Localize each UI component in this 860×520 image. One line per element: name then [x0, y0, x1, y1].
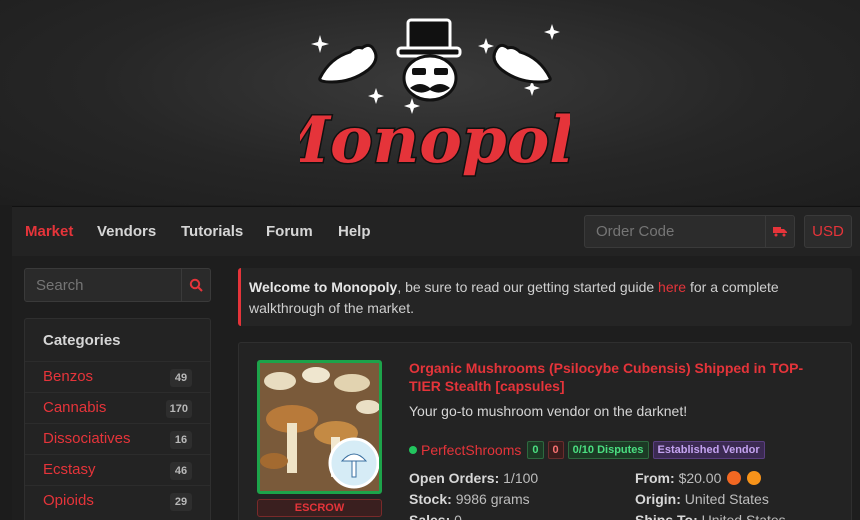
stat-label: Sales:: [409, 512, 451, 520]
escrow-badge: ESCROW: [257, 499, 382, 517]
welcome-notice: Welcome to Monopoly, be sure to read our…: [238, 268, 852, 326]
vendor-row: PerfectShrooms 0 0 0/10 Disputes Establi…: [409, 440, 769, 460]
search-input[interactable]: [24, 268, 182, 302]
order-code-input[interactable]: [584, 215, 766, 248]
listing-image[interactable]: [257, 360, 382, 494]
truck-icon: [773, 227, 787, 237]
category-item[interactable]: Ecstasy 46: [25, 454, 210, 485]
stock-value: 9986 grams: [455, 491, 530, 507]
nav-help[interactable]: Help: [338, 223, 371, 240]
category-label[interactable]: Opioids: [43, 492, 94, 509]
negative-badge: 0: [547, 441, 564, 459]
category-item[interactable]: Opioids 29: [25, 485, 210, 516]
category-label[interactable]: Cannabis: [43, 399, 106, 416]
svg-text:Monopoly: Monopoly: [300, 103, 570, 178]
category-label[interactable]: Dissociatives: [43, 430, 131, 447]
disputes-badge: 0/10 Disputes: [567, 441, 649, 459]
price-value: $20.00: [678, 470, 722, 486]
positive-badge: 0: [527, 441, 544, 459]
online-status-icon: [409, 446, 417, 454]
welcome-bold: Welcome to Monopoly: [249, 279, 398, 295]
stat-label: Open Orders:: [409, 470, 500, 486]
category-item[interactable]: Cannabis 170: [25, 392, 210, 423]
listing-card: ESCROW Organic Mushrooms (Psilocybe Cube…: [238, 342, 852, 520]
origin-value: United States: [684, 491, 769, 507]
categories-title: Categories: [43, 332, 121, 349]
listing-title[interactable]: Organic Mushrooms (Psilocybe Cubensis) S…: [409, 359, 829, 395]
navbar: Market Vendors Tutorials Forum Help USD: [12, 206, 860, 256]
category-count: 46: [170, 462, 192, 480]
header-banner: Monopoly: [0, 0, 860, 205]
categories-panel: Categories Benzos 49 Cannabis 170 Dissoc…: [24, 318, 211, 520]
stat-label: From:: [635, 470, 675, 486]
listing-stats-right: From: $20.00 Origin: United States Ships…: [635, 468, 786, 520]
nav-vendors[interactable]: Vendors: [97, 223, 156, 240]
category-count: 16: [170, 431, 192, 449]
stat-label: Stock:: [409, 491, 452, 507]
category-item[interactable]: Benzos 49: [25, 361, 210, 392]
monero-icon: [727, 471, 742, 485]
category-label[interactable]: Ecstasy: [43, 461, 96, 478]
guide-link[interactable]: here: [658, 279, 686, 295]
vendor-link[interactable]: PerfectShrooms: [421, 442, 521, 458]
currency-button[interactable]: USD: [804, 215, 852, 248]
category-label[interactable]: Benzos: [43, 368, 93, 385]
category-count: 170: [165, 400, 192, 418]
ships-to-value: United States: [701, 512, 786, 520]
stat-label: Origin:: [635, 491, 681, 507]
category-count: 49: [170, 369, 192, 387]
category-item[interactable]: Dissociatives 16: [25, 423, 210, 454]
listing-stats-left: Open Orders: 1/100 Stock: 9986 grams Sal…: [409, 468, 538, 520]
sales-value: 0: [454, 512, 462, 520]
nav-forum[interactable]: Forum: [266, 223, 313, 240]
monopoly-logo: Monopoly: [300, 18, 570, 180]
open-orders-value: 1/100: [503, 470, 539, 486]
stat-label: Ships To:: [635, 512, 698, 520]
nav-tutorials[interactable]: Tutorials: [181, 223, 243, 240]
listing-tagline: Your go-to mushroom vendor on the darkne…: [409, 403, 688, 419]
order-code-button[interactable]: [765, 215, 795, 248]
nav-market[interactable]: Market: [25, 223, 73, 240]
welcome-text: , be sure to read our getting started gu…: [397, 279, 659, 295]
category-count: 29: [170, 493, 192, 511]
search-icon: [189, 278, 203, 292]
search-button[interactable]: [181, 268, 211, 302]
bitcoin-icon: [747, 471, 762, 485]
vendor-level-badge: Established Vendor: [652, 441, 765, 459]
main-content: Categories Benzos 49 Cannabis 170 Dissoc…: [12, 256, 860, 520]
